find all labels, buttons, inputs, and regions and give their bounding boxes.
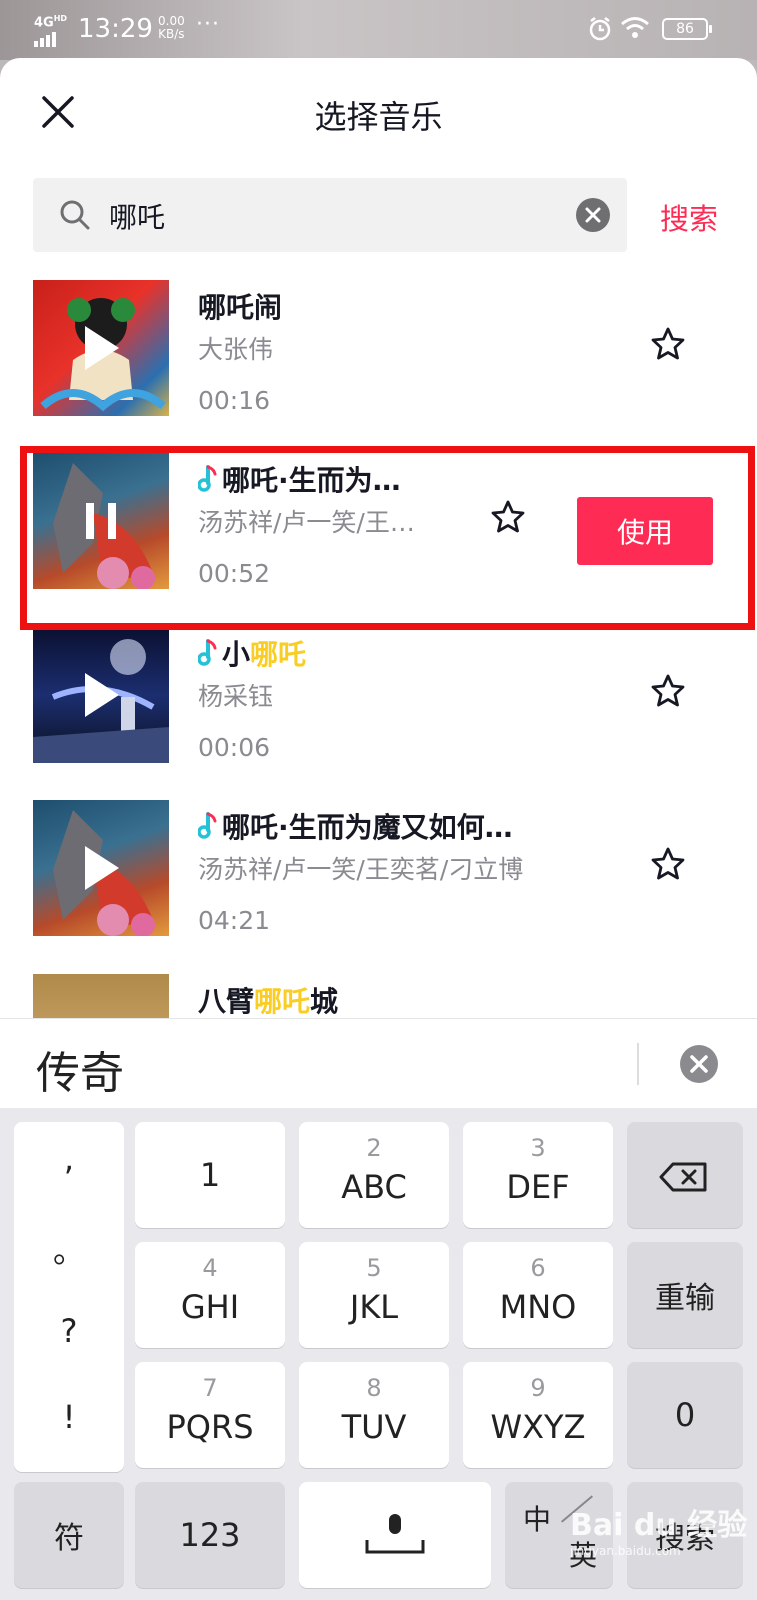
close-icon — [690, 1055, 708, 1073]
favorite-star-icon[interactable] — [490, 499, 526, 535]
song-artist: 大张伟 — [198, 335, 274, 364]
network-speed: 0.00 KB/s — [158, 14, 185, 41]
key-2[interactable]: 2 ABC — [299, 1122, 449, 1228]
song-duration: 04:21 — [198, 906, 271, 935]
album-cover[interactable] — [33, 627, 169, 763]
song-title: 哪吒·生而为魔又如何… — [198, 806, 513, 846]
search-query[interactable]: 哪吒 — [109, 196, 165, 236]
song-item[interactable]: 哪吒·生而为魔又如何… 汤苏祥/卢一笑/王奕茗/刁立博 04:21 — [0, 794, 757, 944]
play-button[interactable] — [33, 280, 169, 416]
music-note-icon — [198, 812, 217, 839]
signal-icon — [34, 28, 58, 47]
key-3[interactable]: 3 DEF — [463, 1122, 613, 1228]
page-title: 选择音乐 — [314, 98, 443, 136]
key-9[interactable]: 9 WXYZ — [463, 1362, 613, 1468]
song-title: 哪吒闹 — [198, 291, 283, 324]
song-title: 八臂哪吒城 — [198, 985, 339, 1018]
collapse-keyboard-button[interactable] — [680, 1045, 718, 1083]
ime-candidate-bar: 传奇 — [0, 1018, 757, 1108]
song-artist: 汤苏祥/卢一笑/王奕茗/刁立博 — [198, 855, 524, 884]
key-exclaim[interactable]: ! — [14, 1398, 124, 1436]
song-artist: 汤苏祥/卢一笑/王… — [198, 508, 415, 537]
search-button[interactable]: 搜索 — [660, 196, 718, 238]
key-0[interactable]: 0 — [627, 1362, 743, 1468]
pause-button[interactable] — [33, 453, 169, 589]
search-icon — [60, 200, 90, 230]
play-icon — [85, 326, 119, 370]
album-cover[interactable] — [33, 453, 169, 589]
more-notifications-icon: ··· — [196, 12, 220, 37]
microphone-icon — [365, 1514, 425, 1554]
wifi-icon — [621, 17, 649, 38]
ime-candidate[interactable]: 传奇 — [36, 1037, 124, 1101]
backspace-key[interactable] — [627, 1122, 743, 1228]
key-period[interactable]: 。 — [14, 1226, 124, 1272]
play-icon — [85, 846, 119, 890]
punctuation-column: , 。 ? ! — [14, 1122, 124, 1472]
key-question[interactable]: ? — [14, 1312, 124, 1350]
play-button[interactable] — [33, 800, 169, 936]
song-duration: 00:16 — [198, 386, 271, 415]
song-item[interactable]: 哪吒闹 大张伟 00:16 — [0, 274, 757, 424]
key-comma[interactable]: , — [14, 1140, 124, 1178]
clock: 13:29 — [78, 14, 153, 44]
symbol-key[interactable]: 符 — [14, 1482, 124, 1588]
key-1[interactable]: 1 — [135, 1122, 285, 1228]
play-button[interactable] — [33, 627, 169, 763]
song-duration: 00:06 — [198, 733, 271, 762]
play-icon — [85, 673, 119, 717]
battery-icon: 86 — [662, 18, 712, 40]
candidate-divider — [637, 1043, 639, 1085]
key-6[interactable]: 6 MNO — [463, 1242, 613, 1348]
search-input[interactable]: 哪吒 — [33, 178, 627, 252]
song-artist: 杨采钰 — [198, 682, 274, 711]
album-cover[interactable] — [33, 280, 169, 416]
clear-icon — [585, 207, 601, 223]
song-item-selected[interactable]: 哪吒·生而为… 汤苏祥/卢一笑/王… 00:52 使用 — [0, 447, 757, 597]
numeric-key[interactable]: 123 — [135, 1482, 285, 1588]
status-bar: 4GHD 13:29 0.00 KB/s ··· 86 — [0, 0, 757, 60]
song-item[interactable]: 小哪吒 杨采钰 00:06 — [0, 621, 757, 771]
backspace-icon — [659, 1162, 707, 1192]
watermark: Bai du 经验 jingyan.baidu.com — [570, 1508, 748, 1558]
reinput-key[interactable]: 重输 — [627, 1242, 743, 1348]
alarm-icon — [589, 17, 611, 41]
use-button[interactable]: 使用 — [577, 497, 713, 565]
key-5[interactable]: 5 JKL — [299, 1242, 449, 1348]
space-key[interactable] — [299, 1482, 491, 1588]
pause-icon — [86, 503, 116, 539]
clear-search-button[interactable] — [576, 198, 610, 232]
favorite-star-icon[interactable] — [650, 846, 686, 882]
favorite-star-icon[interactable] — [650, 673, 686, 709]
key-7[interactable]: 7 PQRS — [135, 1362, 285, 1468]
music-picker-sheet: 选择音乐 哪吒 搜索 哪吒闹 大张伟 00:16 哪吒·生而为… 汤苏祥/卢一笑… — [0, 58, 757, 1118]
album-cover[interactable] — [33, 800, 169, 936]
favorite-star-icon[interactable] — [650, 326, 686, 362]
key-4[interactable]: 4 GHI — [135, 1242, 285, 1348]
music-note-icon — [198, 465, 217, 492]
key-8[interactable]: 8 TUV — [299, 1362, 449, 1468]
song-duration: 00:52 — [198, 559, 271, 588]
song-title: 小哪吒 — [198, 633, 306, 673]
music-note-icon — [198, 639, 217, 666]
song-title: 哪吒·生而为… — [198, 459, 401, 499]
